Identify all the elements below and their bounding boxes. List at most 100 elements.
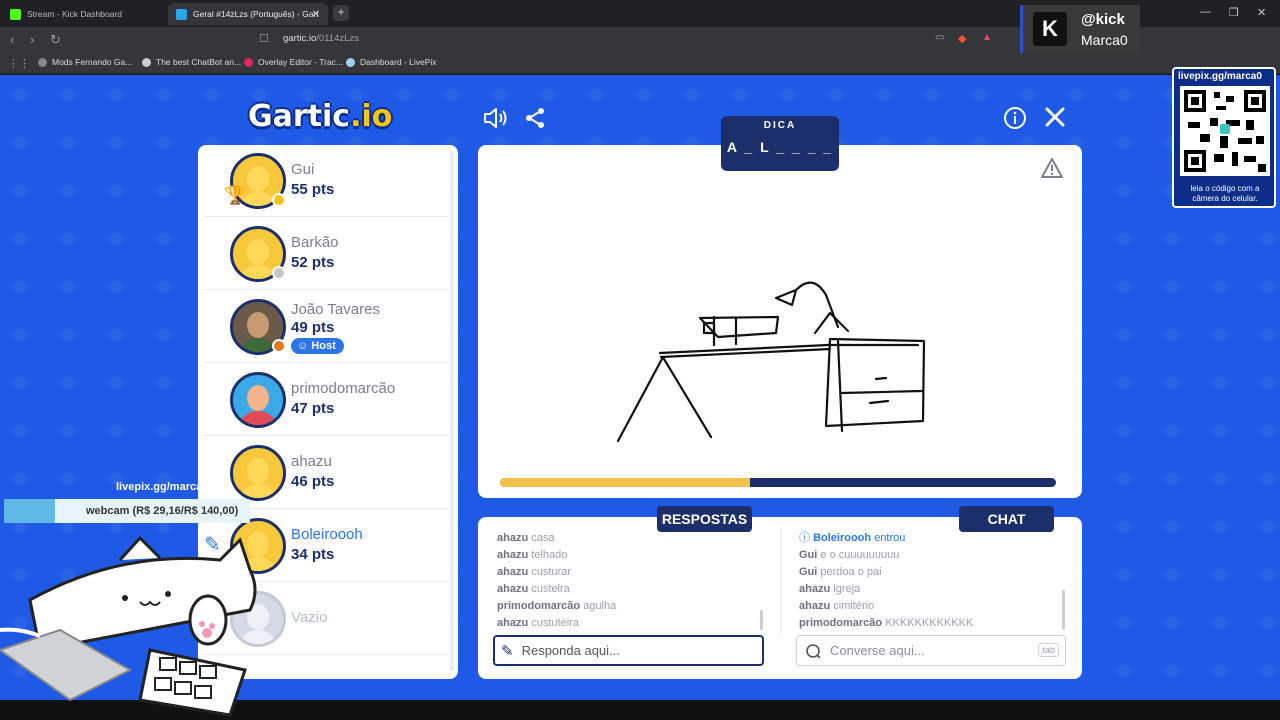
host-label: Host bbox=[311, 340, 336, 352]
chat-text: cimitério bbox=[833, 600, 875, 612]
bookmark-label: The best ChatBot an... bbox=[156, 57, 242, 67]
player-row[interactable]: João Tavares 49 pts ☺ Host bbox=[204, 291, 448, 363]
answer-item: ahazu casa bbox=[497, 530, 616, 547]
answers-title: RESPOSTAS bbox=[657, 506, 752, 532]
answer-user: ahazu bbox=[497, 532, 529, 544]
answer-user: ahazu bbox=[497, 583, 529, 595]
qr-code-icon bbox=[1180, 86, 1270, 176]
cast-icon[interactable]: ▭ bbox=[935, 32, 944, 43]
bookmark-favicon-icon bbox=[346, 57, 355, 67]
answer-text: custeira bbox=[531, 583, 570, 595]
chat-system-message: ⓘ Boleiroooh entrou bbox=[799, 530, 973, 547]
player-row[interactable]: Barkão 52 pts bbox=[204, 218, 448, 290]
player-score: 47 pts bbox=[291, 400, 335, 417]
player-score: 49 pts bbox=[291, 319, 335, 336]
logo-suffix: .io bbox=[350, 99, 393, 134]
bookmark-item[interactable]: Overlay Editor - Trac... bbox=[244, 57, 343, 67]
qr-caption: leia o código com a câmera do celular. bbox=[1190, 184, 1260, 203]
tab-title: Stream - Kick Dashboard bbox=[27, 9, 122, 19]
answer-item: ahazu custurar bbox=[497, 564, 616, 581]
chat-text: entrou bbox=[874, 532, 906, 544]
close-window-icon[interactable]: ✕ bbox=[1257, 6, 1266, 19]
livepix-goal-text: webcam (R$ 29,16/R$ 140,00) bbox=[86, 505, 239, 517]
kick-logo-icon: K bbox=[1033, 12, 1067, 46]
chat-user: Gui bbox=[799, 566, 818, 578]
round-progress-fill bbox=[500, 478, 751, 487]
player-row[interactable]: primodomarcão 47 pts bbox=[204, 364, 448, 436]
brave-shield-icon[interactable]: ◆ bbox=[958, 32, 966, 45]
sound-icon[interactable] bbox=[482, 106, 508, 130]
chat-user: ahazu bbox=[799, 583, 831, 595]
chat-input[interactable]: Converse aqui... tab bbox=[796, 635, 1066, 666]
restore-icon[interactable]: ❐ bbox=[1229, 6, 1239, 19]
chat-scrollbar[interactable] bbox=[1062, 590, 1065, 630]
status-dot bbox=[272, 193, 286, 207]
player-name: João Tavares bbox=[291, 301, 380, 318]
apps-icon[interactable]: ⋮⋮ bbox=[8, 57, 30, 70]
bookmark-item[interactable]: The best ChatBot an... bbox=[142, 57, 241, 67]
tab-title: Geral #14zLzs (Português) - Gart bbox=[193, 9, 319, 19]
chat-item: Gui e o cuuuuuuuuu bbox=[799, 547, 973, 564]
close-tab-icon[interactable]: ✕ bbox=[312, 9, 320, 20]
forward-icon[interactable]: › bbox=[30, 32, 34, 47]
share-icon[interactable] bbox=[523, 106, 547, 130]
player-name: ahazu bbox=[291, 453, 332, 470]
answers-list: ahazu casa ahazu telhado ahazu custurar … bbox=[497, 530, 616, 632]
chat-user: primodomarcão bbox=[799, 617, 883, 629]
chat-title: CHAT bbox=[959, 506, 1054, 532]
player-name: Barkão bbox=[291, 234, 339, 251]
answer-text: telhado bbox=[531, 549, 568, 561]
answer-item: ahazu telhado bbox=[497, 547, 616, 564]
chat-bubble-icon bbox=[806, 643, 821, 659]
chat-text: igreja bbox=[833, 583, 861, 595]
back-icon[interactable]: ‹ bbox=[10, 32, 14, 47]
players-scrollbar[interactable] bbox=[450, 151, 454, 671]
answer-text: custurar bbox=[531, 566, 571, 578]
answer-user: ahazu bbox=[497, 617, 529, 629]
minimize-icon[interactable]: — bbox=[1200, 6, 1211, 18]
chat-text: KKKKKKKKKKKK bbox=[885, 617, 974, 629]
livepix-goal-bar: webcam (R$ 29,16/R$ 140,00) bbox=[4, 499, 250, 523]
rewards-icon[interactable]: ▲ bbox=[982, 32, 992, 43]
trophy-icon: 🏆 bbox=[224, 185, 247, 205]
url-host: gartic.io bbox=[283, 33, 317, 44]
answer-user: primodomarcão bbox=[497, 600, 581, 612]
kick-overlay: K @kick Marca0 bbox=[1020, 5, 1140, 53]
chat-item: primodomarcão KKKKKKKKKKKK bbox=[799, 615, 973, 632]
bookmark-favicon-icon bbox=[244, 57, 253, 67]
answer-item: ahazu custuteira bbox=[497, 615, 616, 632]
tab-kick-dashboard[interactable]: Stream - Kick Dashboard bbox=[2, 3, 164, 25]
chat-placeholder: Converse aqui... bbox=[830, 643, 925, 658]
answer-user: ahazu bbox=[497, 566, 529, 578]
url-field[interactable]: gartic.io/0114zLzs bbox=[283, 33, 359, 44]
player-score: 52 pts bbox=[291, 254, 335, 271]
livepix-goal-fill bbox=[4, 499, 56, 523]
tab-gartic[interactable]: Geral #14zLzs (Português) - Gart ✕ bbox=[168, 3, 328, 25]
hint-label: DICA bbox=[763, 120, 797, 131]
chat-item: ahazu igreja bbox=[799, 581, 973, 598]
bookmark-item[interactable]: Dashboard - LivePix bbox=[346, 57, 437, 67]
bookmark-favicon-icon bbox=[38, 57, 47, 67]
round-progress bbox=[500, 478, 1056, 487]
info-small-icon: ⓘ bbox=[799, 532, 814, 544]
answer-item: primodomarcão agulha bbox=[497, 598, 616, 615]
gartic-favicon-icon bbox=[176, 8, 187, 20]
answer-text: agulha bbox=[583, 600, 617, 612]
chat-user: Boleiroooh bbox=[813, 532, 872, 544]
answers-scrollbar[interactable] bbox=[760, 610, 763, 630]
answer-user: ahazu bbox=[497, 549, 529, 561]
bookmark-label: Mods Fernando Ga... bbox=[52, 57, 133, 67]
answer-input[interactable]: ✎ Responda aqui... bbox=[493, 635, 764, 666]
bookmark-icon[interactable]: ☐ bbox=[259, 32, 269, 45]
bongo-cat-overlay bbox=[0, 535, 257, 717]
drawing-sketch bbox=[616, 281, 926, 443]
reload-icon[interactable]: ↻ bbox=[50, 32, 61, 48]
info-icon[interactable] bbox=[1003, 106, 1027, 130]
bookmark-item[interactable]: Mods Fernando Ga... bbox=[38, 57, 132, 67]
kick-username: Marca0 bbox=[1081, 32, 1128, 48]
player-row[interactable]: 🏆 Gui 55 pts bbox=[204, 145, 448, 217]
close-icon[interactable] bbox=[1044, 106, 1066, 128]
new-tab-button[interactable]: + bbox=[333, 5, 349, 21]
player-name: Gui bbox=[291, 161, 315, 178]
chat-user: Gui bbox=[799, 549, 818, 561]
